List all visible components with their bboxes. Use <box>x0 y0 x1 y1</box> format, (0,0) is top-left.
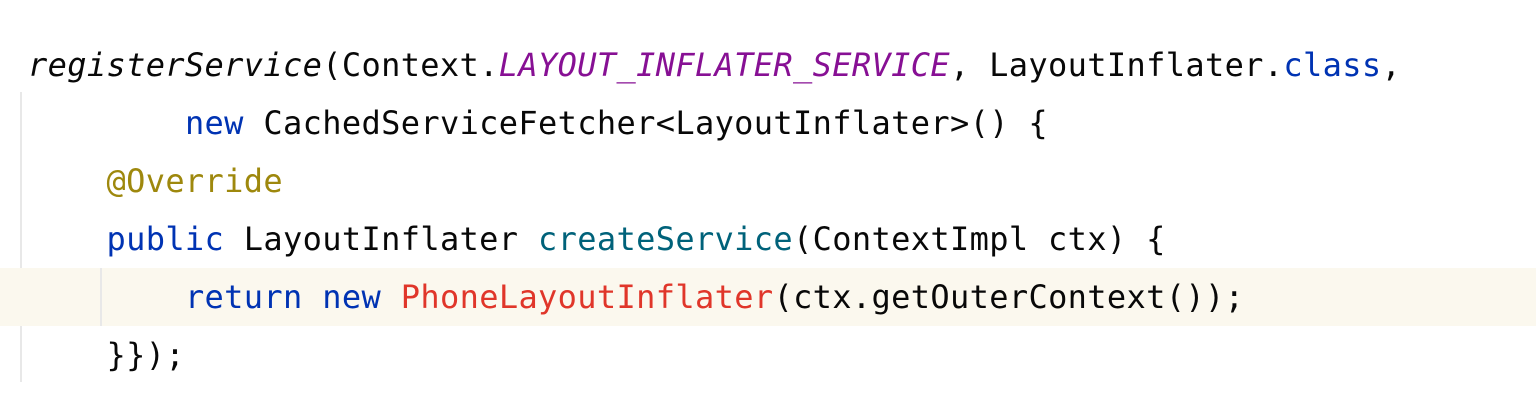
indent-guide <box>100 268 102 326</box>
unresolved-class: PhoneLayoutInflater <box>400 278 774 316</box>
keyword: new <box>322 278 382 316</box>
code-text: (ContextImpl ctx) { <box>793 220 1166 258</box>
keyword: public <box>106 220 225 258</box>
method-declaration: createService <box>538 220 794 258</box>
code-text: }}); <box>106 336 185 374</box>
annotation: @Override <box>106 162 284 200</box>
code-line-1: registerService(Context.LAYOUT_INFLATER_… <box>0 36 1536 94</box>
code-line-6: }}); <box>0 326 1536 384</box>
code-text: , LayoutInflater. <box>949 46 1284 84</box>
code-line-5-current: return new PhoneLayoutInflater(ctx.getOu… <box>0 268 1536 326</box>
constant: LAYOUT_INFLATER_SERVICE <box>498 46 950 84</box>
code-line-4: public LayoutInflater createService(Cont… <box>0 210 1536 268</box>
code-line-2: new CachedServiceFetcher<LayoutInflater>… <box>0 94 1536 152</box>
code-text: (Context. <box>322 46 499 84</box>
keyword: class <box>1283 46 1382 84</box>
code-text: CachedServiceFetcher<LayoutInflater>() { <box>243 104 1049 142</box>
code-editor[interactable]: registerService(Context.LAYOUT_INFLATER_… <box>0 36 1536 384</box>
method-call: registerService <box>28 46 323 84</box>
code-text: (ctx.getOuterContext()); <box>773 278 1245 316</box>
code-text: , <box>1381 46 1402 84</box>
code-text: LayoutInflater <box>224 220 539 258</box>
keyword: return <box>184 278 303 316</box>
keyword: new <box>184 104 244 142</box>
code-line-3: @Override <box>0 152 1536 210</box>
